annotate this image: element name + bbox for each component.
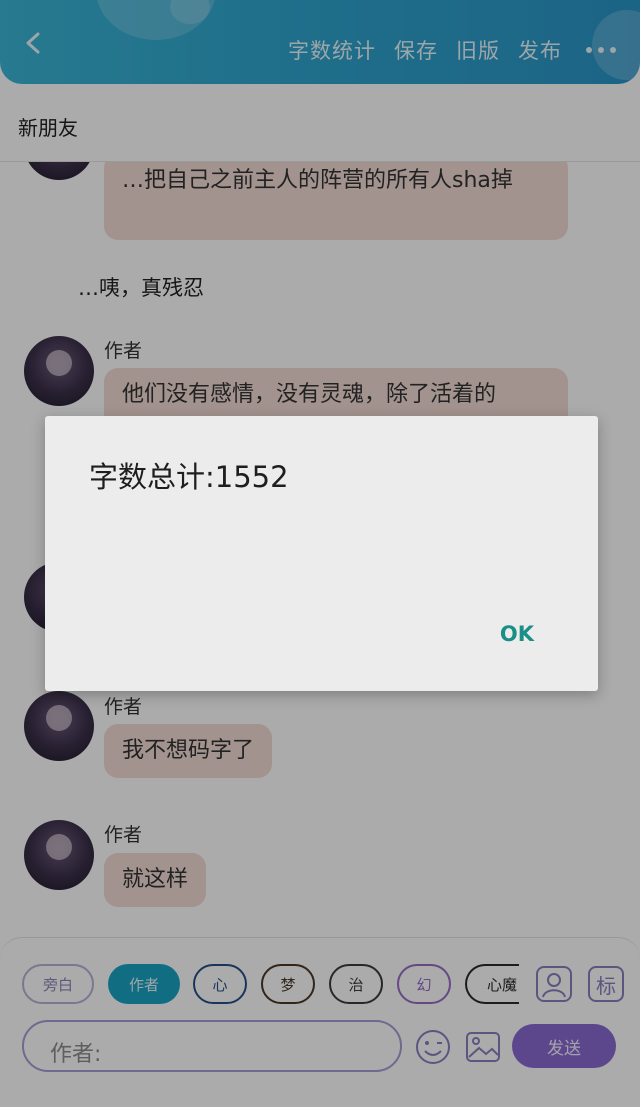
dialog-message: 字数总计:1552 bbox=[89, 460, 289, 494]
word-count-dialog: 字数总计:1552 OK bbox=[45, 416, 598, 691]
ok-button[interactable]: OK bbox=[500, 622, 534, 646]
